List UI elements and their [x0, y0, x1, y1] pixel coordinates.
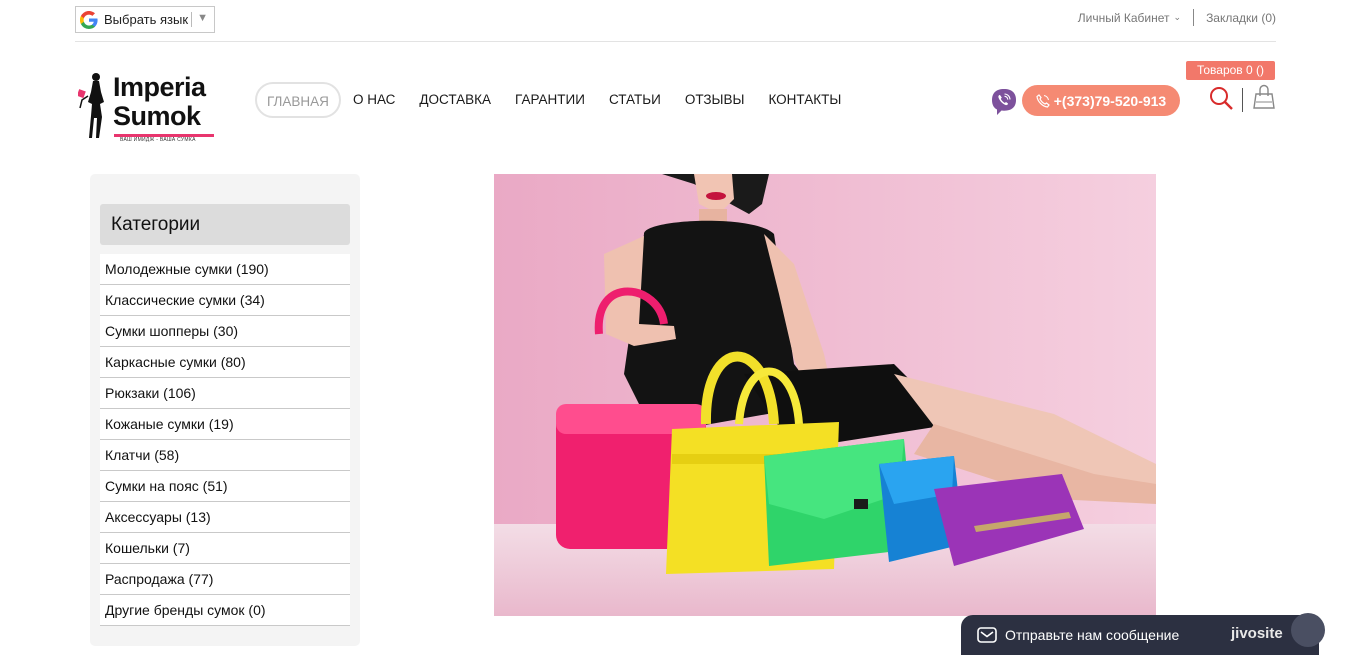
category-item[interactable]: Сумки на пояс (51) [100, 471, 350, 502]
account-label: Личный Кабинет [1077, 10, 1170, 25]
chat-widget[interactable]: Отправьте нам сообщение jivosite [961, 613, 1325, 655]
logo-tagline: ВАШ ИМИДЖ - ВАША СУМКА [120, 137, 196, 143]
language-label: Выбрать язык [104, 12, 189, 27]
category-item[interactable]: Другие бренды сумок (0) [100, 595, 350, 626]
message-icon [977, 627, 997, 643]
viber-icon[interactable] [991, 88, 1017, 116]
categories-heading: Категории [100, 204, 350, 245]
chat-avatar [1291, 613, 1325, 647]
category-item[interactable]: Кошельки (7) [100, 533, 350, 564]
search-icon[interactable] [1208, 85, 1234, 111]
category-item[interactable]: Распродажа (77) [100, 564, 350, 595]
nav-item-about[interactable]: О НАС [341, 82, 407, 118]
phone-number: +(373)79-520-913 [1053, 92, 1167, 109]
phone-icon [1036, 93, 1050, 108]
category-item[interactable]: Молодежные сумки (190) [100, 254, 350, 285]
category-item[interactable]: Классические сумки (34) [100, 285, 350, 316]
main-nav: ГЛАВНАЯ О НАС ДОСТАВКА ГАРАНТИИ СТАТЬИ О… [255, 82, 853, 118]
nav-item-contacts[interactable]: КОНТАКТЫ [756, 82, 853, 118]
divider [191, 12, 192, 27]
bookmarks-link[interactable]: Закладки (0) [1206, 11, 1276, 25]
hero-banner[interactable] [494, 174, 1156, 616]
nav-item-home[interactable]: ГЛАВНАЯ [255, 82, 341, 118]
site-logo[interactable]: Imperia Sumok ВАШ ИМИДЖ - ВАША СУМКА [78, 72, 218, 144]
top-bar: Выбрать язык ▼ Личный Кабинет ⌄ Закладки… [75, 6, 1276, 42]
category-item[interactable]: Аксессуары (13) [100, 502, 350, 533]
category-item[interactable]: Каркасные сумки (80) [100, 347, 350, 378]
top-links: Личный Кабинет ⌄ Закладки (0) [1078, 9, 1276, 26]
dropdown-arrow-icon: ▼ [197, 12, 208, 24]
nav-item-reviews[interactable]: ОТЗЫВЫ [673, 82, 757, 118]
category-item[interactable]: Клатчи (58) [100, 440, 350, 471]
logo-text-line1: Imperia [113, 72, 206, 102]
nav-item-delivery[interactable]: ДОСТАВКА [407, 82, 503, 118]
cart-count-badge[interactable]: Товаров 0 () [1186, 61, 1275, 80]
shopping-bag-icon[interactable] [1252, 84, 1276, 110]
logo-text-line2: Sumok [113, 101, 201, 131]
nav-item-articles[interactable]: СТАТЬИ [597, 82, 673, 118]
divider [1242, 88, 1243, 112]
category-item[interactable]: Сумки шопперы (30) [100, 316, 350, 347]
phone-button[interactable]: +(373)79-520-913 [1022, 85, 1180, 116]
woman-silhouette-icon [78, 73, 104, 138]
category-list: Молодежные сумки (190) Классические сумк… [100, 254, 350, 626]
banner-image [494, 174, 1156, 616]
google-icon [80, 10, 98, 29]
account-menu[interactable]: Личный Кабинет ⌄ [1078, 11, 1181, 25]
category-sidebar: Категории Молодежные сумки (190) Классич… [90, 174, 360, 646]
category-item[interactable]: Кожаные сумки (19) [100, 409, 350, 440]
language-select[interactable]: Выбрать язык ▼ [75, 6, 215, 33]
chat-label: Отправьте нам сообщение [1005, 627, 1180, 643]
nav-item-guarantees[interactable]: ГАРАНТИИ [503, 82, 597, 118]
chevron-down-icon: ⌄ [1173, 12, 1182, 22]
category-item[interactable]: Рюкзаки (106) [100, 378, 350, 409]
divider [1193, 9, 1195, 26]
chat-brand-logo: jivosite [1231, 625, 1283, 642]
